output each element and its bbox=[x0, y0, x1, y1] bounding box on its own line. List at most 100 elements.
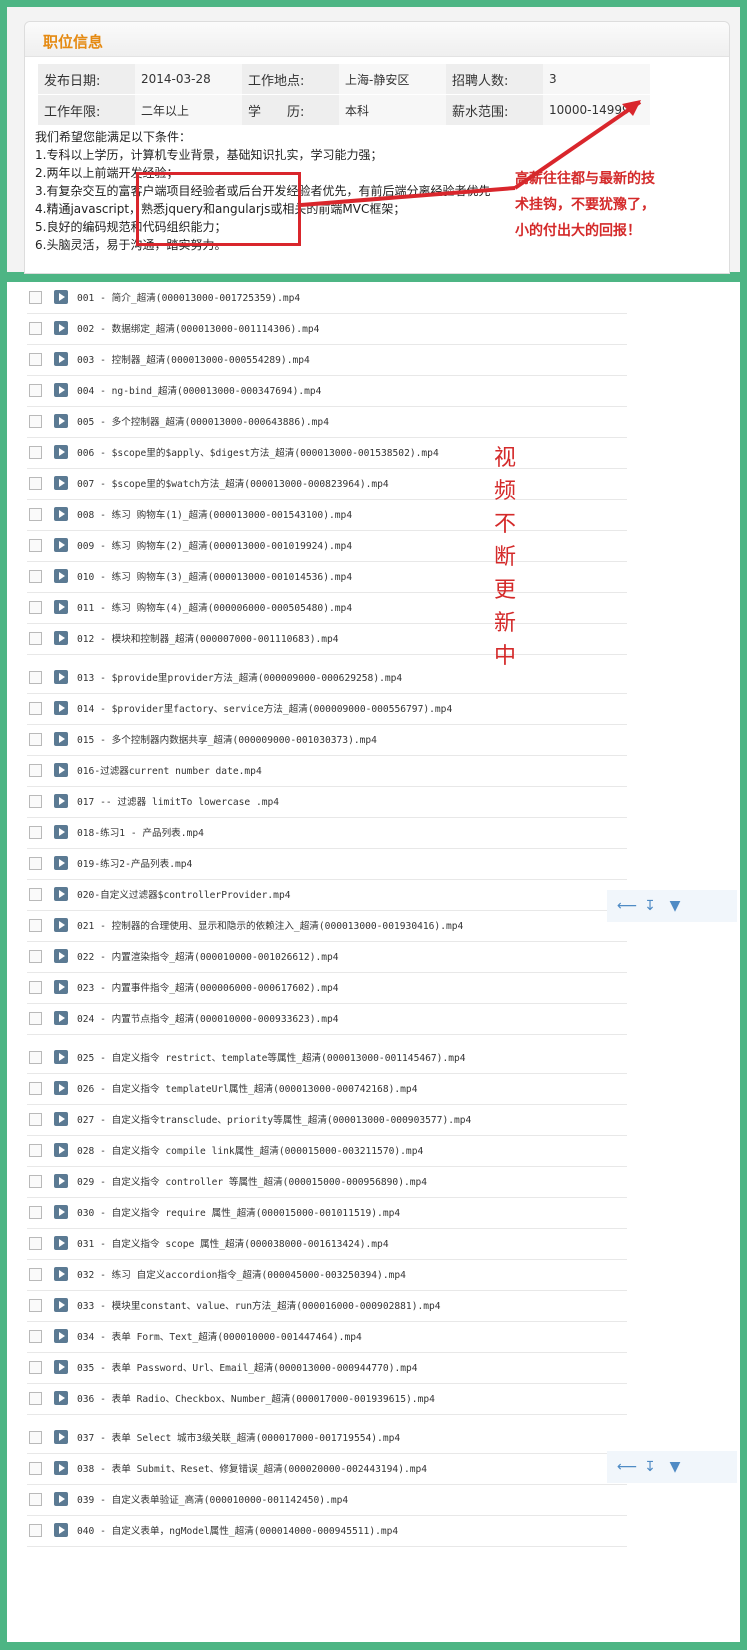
row-checkbox[interactable] bbox=[29, 632, 42, 645]
file-row[interactable]: 032 - 练习 自定义accordion指令_超清(000045000-003… bbox=[7, 1259, 627, 1291]
row-checkbox[interactable] bbox=[29, 826, 42, 839]
file-name[interactable]: 018-练习1 - 产品列表.mp4 bbox=[77, 825, 204, 839]
file-row[interactable]: 009 - 练习 购物车(2)_超清(000013000-001019924).… bbox=[7, 530, 627, 562]
file-row[interactable]: 010 - 练习 购物车(3)_超清(000013000-001014536).… bbox=[7, 561, 627, 593]
file-name[interactable]: 006 - $scope里的$apply、$digest方法_超清(000013… bbox=[77, 445, 439, 459]
row-checkbox[interactable] bbox=[29, 508, 42, 521]
file-row[interactable]: 005 - 多个控制器_超清(000013000-000643886).mp4 bbox=[7, 406, 627, 438]
file-name[interactable]: 012 - 模块和控制器_超清(000007000-001110683).mp4 bbox=[77, 631, 339, 645]
file-row[interactable]: 023 - 内置事件指令_超清(000006000-000617602).mp4 bbox=[7, 972, 627, 1004]
file-name[interactable]: 011 - 练习 购物车(4)_超清(000006000-000505480).… bbox=[77, 600, 352, 614]
file-row[interactable]: 013 - $provide里provider方法_超清(000009000-0… bbox=[7, 662, 627, 694]
file-name[interactable]: 028 - 自定义指令 compile link属性_超清(000015000-… bbox=[77, 1143, 423, 1157]
file-row[interactable]: 004 - ng-bind_超清(000013000-000347694).mp… bbox=[7, 375, 627, 407]
file-row[interactable]: 003 - 控制器_超清(000013000-000554289).mp4 bbox=[7, 344, 627, 376]
file-row[interactable]: 011 - 练习 购物车(4)_超清(000006000-000505480).… bbox=[7, 592, 627, 624]
row-checkbox[interactable] bbox=[29, 1431, 42, 1444]
row-checkbox[interactable] bbox=[29, 1051, 42, 1064]
row-checkbox[interactable] bbox=[29, 1268, 42, 1281]
file-name[interactable]: 033 - 模块里constant、value、run方法_超清(0000160… bbox=[77, 1298, 441, 1312]
file-row[interactable]: 002 - 数据绑定_超清(000013000-001114306).mp4 bbox=[7, 313, 627, 345]
file-name[interactable]: 003 - 控制器_超清(000013000-000554289).mp4 bbox=[77, 352, 310, 366]
file-name[interactable]: 037 - 表单 Select 城市3级关联_超清(000017000-0017… bbox=[77, 1430, 400, 1444]
file-row[interactable]: 034 - 表单 Form、Text_超清(000010000-00144746… bbox=[7, 1321, 627, 1353]
file-name[interactable]: 036 - 表单 Radio、Checkbox、Number_超清(000017… bbox=[77, 1391, 435, 1405]
row-checkbox[interactable] bbox=[29, 415, 42, 428]
row-checkbox[interactable] bbox=[29, 291, 42, 304]
file-name[interactable]: 034 - 表单 Form、Text_超清(000010000-00144746… bbox=[77, 1329, 362, 1343]
row-checkbox[interactable] bbox=[29, 539, 42, 552]
file-name[interactable]: 023 - 内置事件指令_超清(000006000-000617602).mp4 bbox=[77, 980, 339, 994]
file-name[interactable]: 029 - 自定义指令 controller 等属性_超清(000015000-… bbox=[77, 1174, 427, 1188]
file-name[interactable]: 015 - 多个控制器内数据共享_超清(000009000-001030373)… bbox=[77, 732, 377, 746]
row-checkbox[interactable] bbox=[29, 477, 42, 490]
file-row[interactable]: 039 - 自定义表单验证_高清(000010000-001142450).mp… bbox=[7, 1484, 627, 1516]
row-checkbox[interactable] bbox=[29, 795, 42, 808]
row-checkbox[interactable] bbox=[29, 353, 42, 366]
row-checkbox[interactable] bbox=[29, 764, 42, 777]
row-checkbox[interactable] bbox=[29, 601, 42, 614]
file-name[interactable]: 022 - 内置渲染指令_超清(000010000-001026612).mp4 bbox=[77, 949, 339, 963]
file-row[interactable]: 031 - 自定义指令 scope 属性_超清(000038000-001613… bbox=[7, 1228, 627, 1260]
file-name[interactable]: 021 - 控制器的合理使用、显示和隐示的依赖注入_超清(000013000-0… bbox=[77, 918, 463, 932]
file-name[interactable]: 031 - 自定义指令 scope 属性_超清(000038000-001613… bbox=[77, 1236, 389, 1250]
row-checkbox[interactable] bbox=[29, 671, 42, 684]
file-row[interactable]: 019-练习2-产品列表.mp4 bbox=[7, 848, 627, 880]
file-name[interactable]: 010 - 练习 购物车(3)_超清(000013000-001014536).… bbox=[77, 569, 352, 583]
file-row[interactable]: 008 - 练习 购物车(1)_超清(000013000-001543100).… bbox=[7, 499, 627, 531]
file-name[interactable]: 016-过滤器current number date.mp4 bbox=[77, 763, 262, 777]
file-row[interactable]: 036 - 表单 Radio、Checkbox、Number_超清(000017… bbox=[7, 1383, 627, 1415]
row-checkbox[interactable] bbox=[29, 446, 42, 459]
row-checkbox[interactable] bbox=[29, 1082, 42, 1095]
row-checkbox[interactable] bbox=[29, 1361, 42, 1374]
file-name[interactable]: 024 - 内置节点指令_超清(000010000-000933623).mp4 bbox=[77, 1011, 339, 1025]
file-row[interactable]: 014 - $provider里factory、service方法_超清(000… bbox=[7, 693, 627, 725]
file-name[interactable]: 039 - 自定义表单验证_高清(000010000-001142450).mp… bbox=[77, 1492, 348, 1506]
file-row[interactable]: 038 - 表单 Submit、Reset、修复错误_超清(000020000-… bbox=[7, 1453, 627, 1485]
file-name[interactable]: 007 - $scope里的$watch方法_超清(000013000-0008… bbox=[77, 476, 389, 490]
file-row[interactable]: 025 - 自定义指令 restrict、template等属性_超清(0000… bbox=[7, 1042, 627, 1074]
row-checkbox[interactable] bbox=[29, 1012, 42, 1025]
row-checkbox[interactable] bbox=[29, 1175, 42, 1188]
row-checkbox[interactable] bbox=[29, 1237, 42, 1250]
share-icon[interactable]: ⟵ bbox=[617, 1459, 637, 1475]
row-checkbox[interactable] bbox=[29, 1144, 42, 1157]
file-name[interactable]: 013 - $provide里provider方法_超清(000009000-0… bbox=[77, 670, 402, 684]
file-name[interactable]: 008 - 练习 购物车(1)_超清(000013000-001543100).… bbox=[77, 507, 352, 521]
file-row[interactable]: 029 - 自定义指令 controller 等属性_超清(000015000-… bbox=[7, 1166, 627, 1198]
file-row[interactable]: 015 - 多个控制器内数据共享_超清(000009000-001030373)… bbox=[7, 724, 627, 756]
file-name[interactable]: 017 -- 过滤器 limitTo lowercase .mp4 bbox=[77, 794, 279, 808]
file-row[interactable]: 001 - 简介_超清(000013000-001725359).mp4 bbox=[7, 282, 627, 314]
row-checkbox[interactable] bbox=[29, 1493, 42, 1506]
more-icon[interactable]: ▼ bbox=[667, 898, 683, 914]
download-icon[interactable]: ↧ bbox=[642, 1459, 658, 1475]
row-checkbox[interactable] bbox=[29, 1113, 42, 1126]
file-row[interactable]: 022 - 内置渲染指令_超清(000010000-001026612).mp4 bbox=[7, 941, 627, 973]
file-name[interactable]: 032 - 练习 自定义accordion指令_超清(000045000-003… bbox=[77, 1267, 406, 1281]
file-name[interactable]: 001 - 简介_超清(000013000-001725359).mp4 bbox=[77, 290, 300, 304]
file-row[interactable]: 040 - 自定义表单，ngModel属性_超清(000014000-00094… bbox=[7, 1515, 627, 1547]
file-name[interactable]: 002 - 数据绑定_超清(000013000-001114306).mp4 bbox=[77, 321, 319, 335]
row-checkbox[interactable] bbox=[29, 857, 42, 870]
file-row[interactable]: 006 - $scope里的$apply、$digest方法_超清(000013… bbox=[7, 437, 627, 469]
file-name[interactable]: 019-练习2-产品列表.mp4 bbox=[77, 856, 192, 870]
file-row[interactable]: 007 - $scope里的$watch方法_超清(000013000-0008… bbox=[7, 468, 627, 500]
file-row[interactable]: 026 - 自定义指令 templateUrl属性_超清(000013000-0… bbox=[7, 1073, 627, 1105]
file-row[interactable]: 016-过滤器current number date.mp4 bbox=[7, 755, 627, 787]
row-checkbox[interactable] bbox=[29, 1462, 42, 1475]
file-name[interactable]: 014 - $provider里factory、service方法_超清(000… bbox=[77, 701, 452, 715]
row-checkbox[interactable] bbox=[29, 919, 42, 932]
file-name[interactable]: 038 - 表单 Submit、Reset、修复错误_超清(000020000-… bbox=[77, 1461, 427, 1475]
row-checkbox[interactable] bbox=[29, 981, 42, 994]
file-row[interactable]: 033 - 模块里constant、value、run方法_超清(0000160… bbox=[7, 1290, 627, 1322]
file-row[interactable]: 037 - 表单 Select 城市3级关联_超清(000017000-0017… bbox=[7, 1422, 627, 1454]
file-name[interactable]: 005 - 多个控制器_超清(000013000-000643886).mp4 bbox=[77, 414, 329, 428]
file-row[interactable]: 020-自定义过滤器$controllerProvider.mp4 bbox=[7, 879, 627, 911]
file-name[interactable]: 009 - 练习 购物车(2)_超清(000013000-001019924).… bbox=[77, 538, 352, 552]
file-name[interactable]: 027 - 自定义指令transclude、priority等属性_超清(000… bbox=[77, 1112, 471, 1126]
row-checkbox[interactable] bbox=[29, 1330, 42, 1343]
file-row[interactable]: 024 - 内置节点指令_超清(000010000-000933623).mp4 bbox=[7, 1003, 627, 1035]
row-checkbox[interactable] bbox=[29, 570, 42, 583]
row-checkbox[interactable] bbox=[29, 384, 42, 397]
file-row[interactable]: 021 - 控制器的合理使用、显示和隐示的依赖注入_超清(000013000-0… bbox=[7, 910, 627, 942]
